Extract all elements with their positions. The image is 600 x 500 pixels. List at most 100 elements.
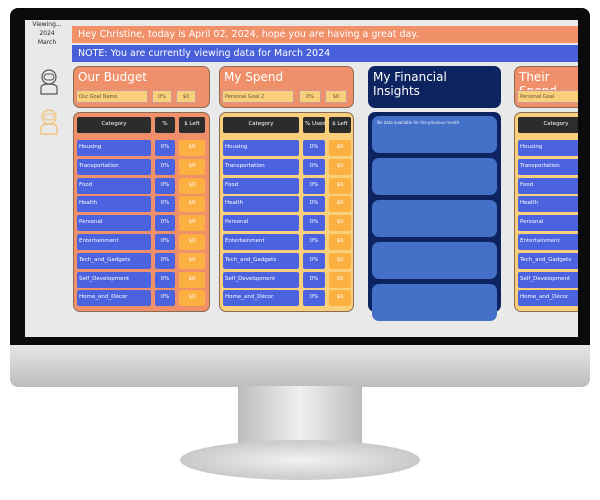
- their-table: Category Housing Transportation Food Health P…: [514, 112, 578, 312]
- table-row[interactable]: Housing: [518, 140, 578, 156]
- budget-header-card: Our Budget Our Goal Name 0% $0: [73, 66, 210, 108]
- budget-table: Category% $ Left Housing 0% $0 Transportation…: [73, 112, 210, 312]
- category-cell[interactable]: Tech_and_Gadgets: [77, 252, 151, 269]
- category-cell[interactable]: Transportation: [77, 158, 151, 175]
- amount-left-cell: $0: [329, 215, 351, 232]
- category-cell[interactable]: Entertainment: [518, 234, 578, 250]
- table-row[interactable]: Transportation: [518, 158, 578, 175]
- percent-cell: 0%: [155, 158, 175, 175]
- table-header: Category: [518, 117, 578, 133]
- amount-left-cell: $0: [179, 196, 205, 213]
- table-header: Category% Used $ Left: [223, 117, 351, 133]
- their-goal-name[interactable]: Personal Goal: [517, 90, 578, 103]
- astronaut-partner-icon[interactable]: [37, 108, 61, 136]
- table-row[interactable]: Transportation 0% $0: [223, 158, 351, 175]
- table-row[interactable]: Self_Development 0% $0: [223, 271, 351, 288]
- percent-cell: 0%: [155, 215, 175, 232]
- percent-cell: 0%: [155, 252, 175, 269]
- amount-left-cell: $0: [179, 252, 205, 269]
- viewing-month[interactable]: March: [25, 38, 69, 47]
- dashboard-screen: Viewing... 2024 March Hey Christine, tod…: [25, 20, 578, 337]
- table-row[interactable]: Transportation 0% $0: [77, 158, 206, 175]
- budget-goal-amount: $0: [176, 90, 196, 103]
- table-row[interactable]: Personal 0% $0: [77, 215, 206, 232]
- category-cell[interactable]: Food: [77, 177, 151, 194]
- category-cell[interactable]: Self_Development: [518, 271, 578, 288]
- header-category: Category: [223, 117, 299, 133]
- category-cell[interactable]: Self_Development: [223, 271, 299, 288]
- category-cell[interactable]: Transportation: [223, 158, 299, 175]
- category-cell[interactable]: Tech_and_Gadgets: [223, 252, 299, 269]
- category-cell[interactable]: Home_and_Décor: [77, 290, 151, 307]
- category-cell[interactable]: Housing: [518, 140, 578, 156]
- spend-goal-amount: $0: [325, 90, 347, 103]
- table-row[interactable]: Home_and_Décor: [518, 290, 578, 307]
- percent-cell: 0%: [303, 290, 325, 307]
- table-row[interactable]: Self_Development: [518, 271, 578, 288]
- table-row[interactable]: Food 0% $0: [77, 177, 206, 194]
- category-cell[interactable]: Health: [223, 196, 299, 213]
- insights-header-card: My Financial Insights: [368, 66, 501, 108]
- table-row[interactable]: Health: [518, 196, 578, 213]
- table-row[interactable]: Food: [518, 177, 578, 194]
- table-row[interactable]: Personal 0% $0: [223, 215, 351, 232]
- table-row[interactable]: Tech_and_Gadgets 0% $0: [77, 252, 206, 269]
- spend-goal-name[interactable]: Personal Goal 2: [222, 90, 294, 103]
- percent-cell: 0%: [303, 252, 325, 269]
- category-cell[interactable]: Transportation: [518, 158, 578, 175]
- table-row[interactable]: Self_Development 0% $0: [77, 271, 206, 288]
- budget-title: Our Budget: [78, 70, 147, 84]
- category-cell[interactable]: Housing: [77, 140, 151, 156]
- category-cell[interactable]: Housing: [223, 140, 299, 156]
- table-row[interactable]: Entertainment 0% $0: [77, 234, 206, 250]
- insights-title: My Financial Insights: [373, 70, 447, 98]
- category-cell[interactable]: Tech_and_Gadgets: [518, 252, 578, 269]
- percent-cell: 0%: [303, 177, 325, 194]
- category-cell[interactable]: Self_Development: [77, 271, 151, 288]
- insight-card: [372, 200, 497, 237]
- category-cell[interactable]: Personal: [518, 215, 578, 232]
- category-cell[interactable]: Personal: [223, 215, 299, 232]
- viewing-period: Viewing... 2024 March: [25, 20, 69, 47]
- table-row[interactable]: Home_and_Décor 0% $0: [223, 290, 351, 307]
- category-cell[interactable]: Health: [518, 196, 578, 213]
- table-row[interactable]: Home_and_Décor 0% $0: [77, 290, 206, 307]
- table-row[interactable]: Tech_and_Gadgets 0% $0: [223, 252, 351, 269]
- astronaut-icon[interactable]: [37, 68, 61, 96]
- monitor-base: [180, 440, 420, 480]
- table-row[interactable]: Health 0% $0: [77, 196, 206, 213]
- category-cell[interactable]: Entertainment: [77, 234, 151, 250]
- amount-left-cell: $0: [329, 140, 351, 156]
- category-cell[interactable]: Entertainment: [223, 234, 299, 250]
- note-banner: NOTE: You are currently viewing data for…: [72, 45, 578, 62]
- amount-left-cell: $0: [179, 290, 205, 307]
- category-cell[interactable]: Food: [223, 177, 299, 194]
- viewing-year[interactable]: 2024: [25, 29, 69, 38]
- amount-left-cell: $0: [179, 271, 205, 288]
- category-cell[interactable]: Home_and_Décor: [223, 290, 299, 307]
- header-category: Category: [77, 117, 151, 133]
- table-row[interactable]: Tech_and_Gadgets: [518, 252, 578, 269]
- table-row[interactable]: Health 0% $0: [223, 196, 351, 213]
- table-row[interactable]: Personal: [518, 215, 578, 232]
- spend-header-card: My Spend Personal Goal 2 0% $0: [219, 66, 354, 108]
- table-row[interactable]: Entertainment 0% $0: [223, 234, 351, 250]
- category-cell[interactable]: Personal: [77, 215, 151, 232]
- header-pct: %: [155, 117, 175, 133]
- amount-left-cell: $0: [179, 140, 205, 156]
- header-left: $ Left: [329, 117, 351, 133]
- table-row[interactable]: Entertainment: [518, 234, 578, 250]
- greeting-banner: Hey Christine, today is April 02, 2024, …: [72, 26, 578, 43]
- percent-cell: 0%: [303, 158, 325, 175]
- category-cell[interactable]: Food: [518, 177, 578, 194]
- header-category: Category: [518, 117, 578, 133]
- budget-goal-pct: 0%: [152, 90, 172, 103]
- category-cell[interactable]: Home_and_Décor: [518, 290, 578, 307]
- table-row[interactable]: Food 0% $0: [223, 177, 351, 194]
- table-row[interactable]: Housing 0% $0: [223, 140, 351, 156]
- budget-goal-name[interactable]: Our Goal Name: [76, 90, 148, 103]
- category-cell[interactable]: Health: [77, 196, 151, 213]
- amount-left-cell: $0: [329, 290, 351, 307]
- amount-left-cell: $0: [329, 234, 351, 250]
- table-row[interactable]: Housing 0% $0: [77, 140, 206, 156]
